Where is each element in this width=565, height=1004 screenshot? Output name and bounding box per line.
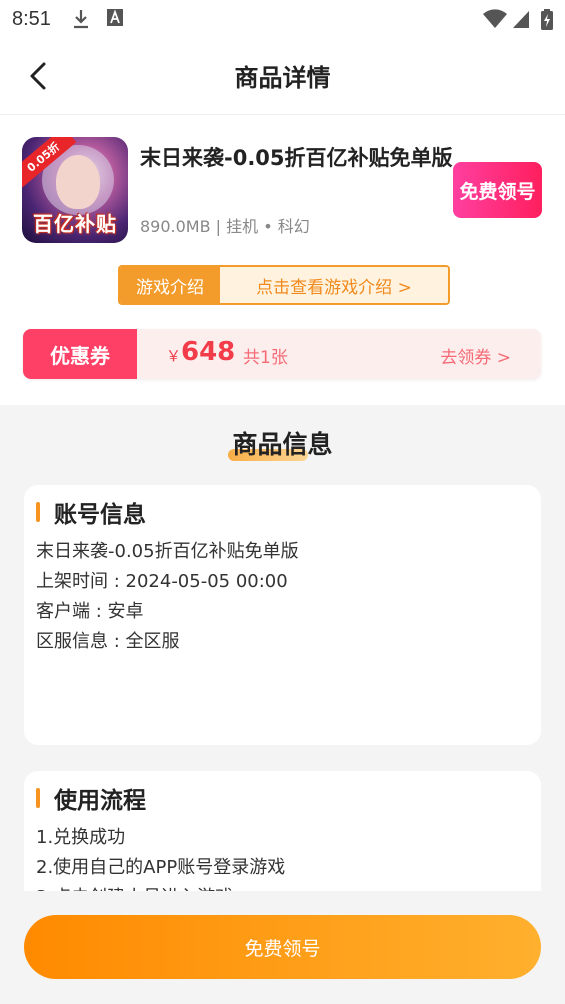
get-coupon-link[interactable]: 去领券 > [440, 343, 511, 368]
account-info-title: 账号信息 [54, 502, 146, 528]
thumb-character [56, 155, 100, 209]
coupon-bar[interactable]: 优惠券 ￥ 648 共1张 去领券 > [23, 329, 541, 379]
usage-process-title: 使用流程 [54, 788, 146, 814]
process-step: 3.点击创建小号进入游戏 [36, 883, 233, 891]
product-meta: 890.0MB | 挂机 • 科幻 [140, 217, 310, 236]
thumb-banner-text: 百亿补贴 [33, 212, 117, 236]
game-intro-link[interactable]: 点击查看游戏介绍 > [220, 267, 448, 303]
coupon-amount: 648 [181, 337, 236, 367]
process-step: 2.使用自己的APP账号登录游戏 [36, 857, 286, 878]
account-line: 末日来袭-0.05折百亿补贴免单版 [36, 541, 299, 562]
status-bar: 8:51 [0, 0, 565, 38]
account-line: 区服信息 : 全区服 [36, 631, 180, 652]
header-bar: 商品详情 [0, 38, 565, 115]
free-claim-button[interactable]: 免费领号 [453, 162, 542, 218]
wifi-icon [483, 9, 507, 28]
process-step: 1.兑换成功 [36, 827, 126, 848]
bottom-action-bar: 免费领号 [0, 891, 565, 1004]
card-accent-bar [36, 502, 40, 522]
account-info-card: 账号信息 末日来袭-0.05折百亿补贴免单版 上架时间 : 2024-05-05… [24, 485, 541, 745]
product-info-area[interactable]: 商品信息 账号信息 末日来袭-0.05折百亿补贴免单版 上架时间 : 2024-… [0, 405, 565, 891]
product-name: 末日来袭-0.05折百亿补贴免单版 [140, 146, 453, 170]
free-claim-main-button[interactable]: 免费领号 [24, 915, 541, 979]
game-intro-label: 游戏介绍 [120, 267, 220, 303]
usage-process-card: 使用流程 1.兑换成功 2.使用自己的APP账号登录游戏 3.点击创建小号进入游… [24, 771, 541, 891]
account-line: 客户端 : 安卓 [36, 601, 144, 622]
page-title: 商品详情 [234, 64, 331, 92]
game-intro-bar[interactable]: 游戏介绍 点击查看游戏介绍 > [118, 265, 450, 305]
section-title: 商品信息 [232, 430, 333, 459]
font-icon [107, 9, 123, 26]
card-accent-bar [36, 788, 40, 808]
download-icon [74, 10, 88, 29]
coupon-count: 共1张 [243, 348, 288, 368]
status-time: 8:51 [12, 8, 51, 30]
signal-icon [513, 11, 529, 28]
battery-icon [541, 9, 553, 30]
coupon-currency: ￥ [166, 347, 182, 365]
account-line: 上架时间 : 2024-05-05 00:00 [36, 571, 288, 592]
coupon-label: 优惠券 [23, 329, 137, 379]
product-section: 0.05折 百亿补贴 末日来袭-0.05折百亿补贴免单版 890.0MB | 挂… [0, 115, 565, 405]
game-thumbnail[interactable]: 0.05折 百亿补贴 [22, 137, 128, 243]
